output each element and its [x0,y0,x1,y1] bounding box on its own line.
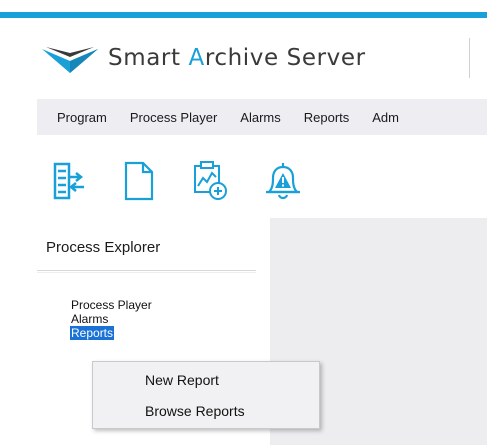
import-export-icon [53,162,84,200]
add-chart-button[interactable] [191,157,231,205]
explorer-divider-shadow [37,272,256,273]
menu-administration[interactable]: Adm [356,110,406,125]
menu-bar: Program Process Player Alarms Reports Ad… [37,99,487,135]
explorer-divider [37,270,256,271]
browse-reports-menu-item[interactable]: Browse Reports [145,403,245,419]
new-report-menu-item[interactable]: New Report [145,372,219,388]
new-document-icon [124,161,154,201]
menu-reports[interactable]: Reports [288,110,357,125]
toolbar [37,151,335,211]
alarm-bell-icon [266,163,300,200]
explorer-title: Process Explorer [46,239,161,256]
chevron-logo-icon [42,47,98,73]
explorer-tree: Process Player Alarms Reports [70,298,153,340]
tree-item-reports[interactable]: Reports [70,326,115,340]
menu-alarms[interactable]: Alarms [224,110,287,125]
new-document-button[interactable] [119,157,159,205]
context-menu: New Report Browse Reports [92,361,320,429]
top-accent-bar [0,0,487,20]
import-export-button[interactable] [49,157,89,205]
tree-item-process-player[interactable]: Process Player [70,298,153,312]
menu-process-player[interactable]: Process Player [114,110,224,125]
alarm-bell-button[interactable] [263,157,303,205]
app-title: Smart Archive Server [108,45,366,71]
add-chart-icon [194,161,227,200]
header-divider [469,38,470,78]
menu-program[interactable]: Program [37,110,114,125]
tree-item-alarms[interactable]: Alarms [70,312,109,326]
app-header: Smart Archive Server [40,38,366,78]
